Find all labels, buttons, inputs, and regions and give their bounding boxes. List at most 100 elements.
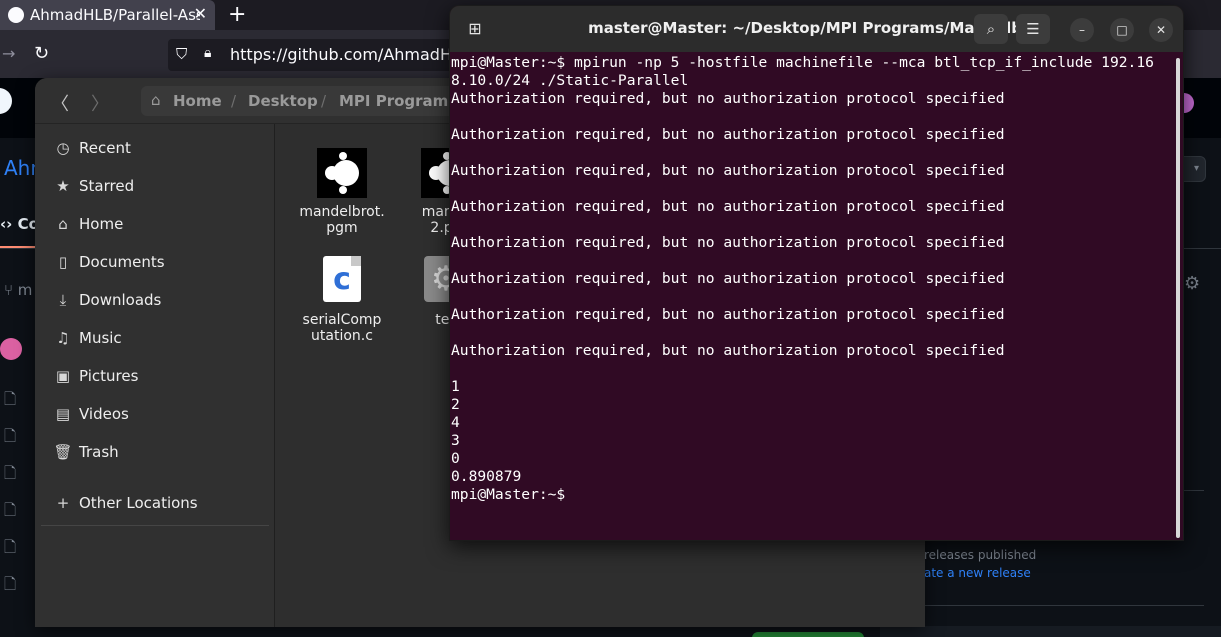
terminal-line: 8.10.0/24 ./Static-Parallel	[451, 72, 689, 89]
back-icon[interactable]: 〈	[51, 90, 69, 116]
terminal-line: Authorization required, but no authoriza…	[451, 198, 1005, 215]
terminal-line: 1	[451, 378, 460, 395]
picture-icon: ▣	[55, 367, 71, 385]
forward-icon[interactable]: 〉	[91, 90, 109, 116]
trash-icon: 🗑︎	[53, 443, 73, 461]
menu-button[interactable]: ☰	[1016, 14, 1050, 44]
shield-icon[interactable]: ⛉	[176, 45, 187, 63]
sidebar-item-label: Videos	[79, 405, 129, 423]
sidebar-item-label: Other Locations	[79, 494, 198, 512]
terminal-line: Authorization required, but no authoriza…	[451, 126, 1005, 143]
terminal-line: Authorization required, but no authoriza…	[451, 234, 1005, 251]
breadcrumb-separator: /	[321, 92, 327, 110]
code-tab-icon: ‹›	[0, 215, 18, 233]
terminal-window: ⊞ master@Master: ~/Desktop/MPI Programs/…	[449, 5, 1184, 541]
sidebar-item-label: Music	[79, 329, 122, 347]
close-button[interactable]: ✕	[1149, 18, 1173, 42]
home-icon: ⌂	[151, 91, 161, 109]
terminal-output[interactable]: mpi@Master:~$ mpirun -np 5 -hostfile mac…	[451, 54, 1175, 540]
file-icon: 🗋︎	[4, 464, 17, 482]
star-icon: ★	[56, 177, 70, 195]
sidebar-divider	[924, 605, 1204, 606]
terminal-line: 2	[451, 396, 460, 413]
file-icon: 🗋︎	[4, 501, 17, 519]
bottom-panel	[880, 626, 1221, 637]
sidebar-divider	[41, 525, 269, 526]
sidebar-item-other-locations[interactable]: + Other Locations	[35, 485, 275, 523]
maximize-button[interactable]: □	[1110, 18, 1134, 42]
terminal-line: Authorization required, but no authoriza…	[451, 162, 1005, 179]
green-button[interactable]	[752, 632, 864, 637]
sidebar-item-label: Home	[79, 215, 124, 233]
download-icon: ⤓	[59, 291, 67, 309]
search-button[interactable]: ⌕	[974, 14, 1008, 44]
create-release-link[interactable]: ate a new release	[924, 566, 1031, 580]
terminal-line: Authorization required, but no authoriza…	[451, 90, 1005, 107]
commit-author-avatar[interactable]	[0, 338, 22, 360]
file-icon: 🗋︎	[4, 390, 17, 408]
terminal-line: 0	[451, 450, 460, 467]
sidebar-item-pictures[interactable]: ▣ Pictures	[35, 358, 275, 396]
breadcrumb-mpi-programs[interactable]: MPI Programs	[339, 92, 457, 110]
sidebar-item-label: Pictures	[79, 367, 139, 385]
file-icon: 🗋︎	[4, 575, 17, 593]
branch-icon: ⑂	[4, 281, 18, 299]
github-favicon-icon	[8, 7, 24, 23]
hamburger-menu-icon: ☰	[1026, 20, 1040, 38]
sidebar-item-music[interactable]: ♫ Music	[35, 320, 275, 358]
close-tab-icon[interactable]: ✕	[194, 4, 207, 23]
sidebar-item-starred[interactable]: ★ Starred	[35, 168, 275, 206]
file-icon: 🗋︎	[4, 427, 17, 445]
video-icon: ▤	[55, 405, 71, 423]
terminal-line: Authorization required, but no authoriza…	[451, 306, 1005, 323]
sidebar-item-label: Starred	[79, 177, 135, 195]
terminal-scrollbar[interactable]	[1176, 58, 1180, 538]
terminal-line: mpi@Master:~$	[451, 486, 575, 503]
lock-icon[interactable]: 🔒︎	[204, 45, 211, 61]
minimize-button[interactable]: –	[1070, 18, 1094, 42]
new-terminal-tab-button[interactable]: ⊞	[460, 14, 490, 44]
breadcrumb-desktop[interactable]: Desktop	[248, 92, 318, 110]
terminal-headerbar: ⊞ master@Master: ~/Desktop/MPI Programs/…	[450, 6, 1183, 52]
terminal-line: 0.890879	[451, 468, 522, 485]
gear-icon[interactable]: ⚙	[1184, 273, 1200, 294]
sidebar-item-recent[interactable]: ◷ Recent	[35, 130, 275, 168]
sidebar-item-label: Downloads	[79, 291, 162, 309]
sidebar-item-videos[interactable]: ▤ Videos	[35, 396, 275, 434]
minimize-icon: –	[1079, 23, 1085, 37]
file-item-serialcomputation-c[interactable]: c serialComp utation.c	[292, 256, 392, 344]
branch-selector[interactable]: ⑂ m	[4, 281, 32, 299]
file-item-mandelbrot-pgm[interactable]: mandelbrot. pgm	[292, 148, 392, 236]
sidebar-item-label: Documents	[79, 253, 165, 271]
file-name: serialComp utation.c	[302, 312, 382, 344]
terminal-line: Authorization required, but no authoriza…	[451, 342, 1005, 359]
desktop: AhmadHLB/Parallel-Assig ✕ + → ↻ ⛉ 🔒︎ htt…	[0, 0, 1221, 637]
breadcrumb-home[interactable]: Home	[173, 92, 222, 110]
close-icon: ✕	[1155, 23, 1167, 37]
plus-icon: +	[56, 494, 70, 512]
reload-icon[interactable]: ↻	[34, 43, 49, 64]
sidebar-item-label: Trash	[79, 443, 119, 461]
branch-name: m	[17, 281, 33, 299]
music-icon: ♫	[56, 329, 70, 347]
document-icon: ▯	[58, 253, 68, 271]
browser-tab[interactable]: AhmadHLB/Parallel-Assig ✕	[0, 0, 215, 30]
sidebar-item-documents[interactable]: ▯ Documents	[35, 244, 275, 282]
terminal-line: 4	[451, 414, 460, 431]
mandelbrot-thumbnail	[317, 148, 367, 198]
url-text[interactable]: https://github.com/AhmadHLB/	[230, 45, 477, 64]
tab-code[interactable]: ‹› Co	[0, 215, 39, 233]
forward-icon[interactable]: →	[2, 44, 15, 63]
new-tab-button[interactable]: +	[228, 2, 246, 27]
sidebar-item-downloads[interactable]: ⤓ Downloads	[35, 282, 275, 320]
search-icon: ⌕	[986, 20, 996, 38]
c-file-icon-wrap: c	[317, 256, 367, 306]
sidebar-item-home[interactable]: ⌂ Home	[35, 206, 275, 244]
sidebar-item-trash[interactable]: 🗑︎ Trash	[35, 434, 275, 472]
